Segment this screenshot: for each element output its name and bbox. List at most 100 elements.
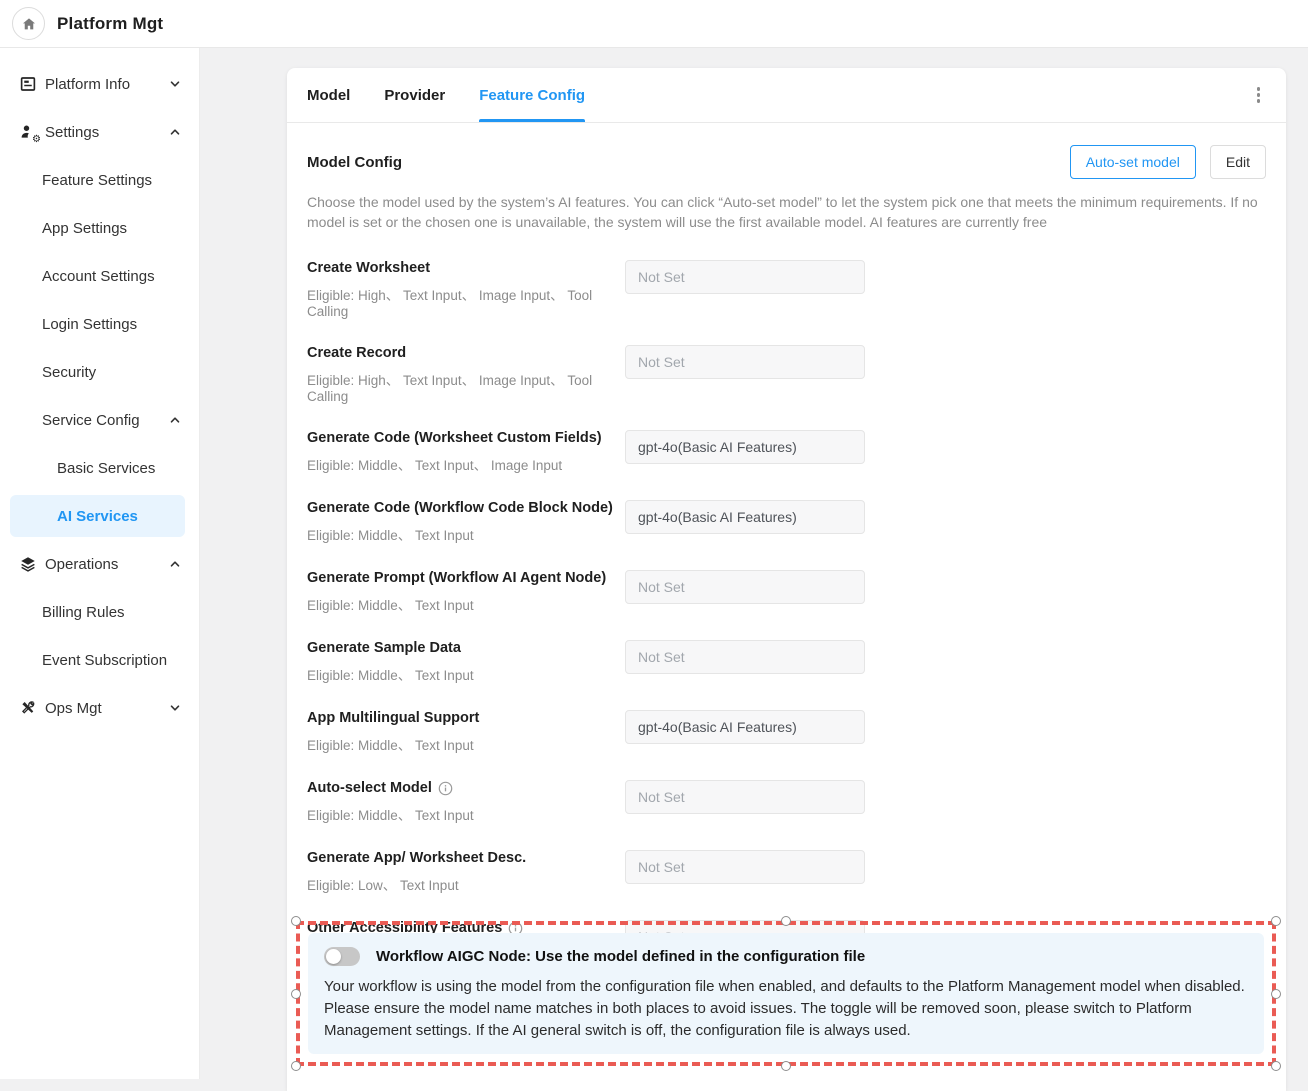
sidebar-item-ops-mgt[interactable]: Ops Mgt [0,684,199,732]
model-select[interactable]: Not Set [625,780,865,814]
aigc-toggle[interactable] [324,947,360,966]
section-description: Choose the model used by the system’s AI… [307,192,1266,232]
sidebar-item-label: Ops Mgt [45,700,102,717]
home-button[interactable] [12,7,45,40]
feature-title-text: App Multilingual Support [307,710,479,726]
model-select[interactable]: gpt-4o(Basic AI Features) [625,500,865,534]
feature-row-multilingual: App Multilingual Support Eligible: Middl… [307,710,1266,754]
selection-handle[interactable] [781,916,791,926]
sidebar-item-ai-services[interactable]: AI Services [10,495,185,537]
sidebar-item-basic-services[interactable]: Basic Services [0,444,199,492]
sidebar-item-event-subscription[interactable]: Event Subscription [0,636,199,684]
sidebar-item-label: Event Subscription [42,652,167,669]
aigc-panel-description: Your workflow is using the model from th… [324,976,1248,1042]
feature-row-generate-prompt: Generate Prompt (Workflow AI Agent Node)… [307,570,1266,614]
sidebar-item-label: Login Settings [42,316,137,333]
selection-handle[interactable] [291,1061,301,1071]
feature-title: Generate App/ Worksheet Desc. [307,850,625,866]
sidebar-item-billing-rules[interactable]: Billing Rules [0,588,199,636]
aigc-panel-title: Workflow AIGC Node: Use the model define… [376,948,865,965]
sidebar-item-label: Billing Rules [42,604,125,621]
feature-eligible: Eligible: High、 Text Input、 Image Input、… [307,284,625,319]
feature-title-text: Generate App/ Worksheet Desc. [307,850,526,866]
feature-title-text: Generate Prompt (Workflow AI Agent Node) [307,570,606,586]
feature-eligible: Eligible: Low、 Text Input [307,874,625,894]
tab-model[interactable]: Model [307,68,350,122]
feature-title-text: Auto-select Model [307,780,432,796]
feature-title: Generate Sample Data [307,640,625,656]
feature-title-text: Generate Code (Workflow Code Block Node) [307,500,613,516]
chevron-up-icon [169,414,181,426]
feature-title: Generate Prompt (Workflow AI Agent Node) [307,570,625,586]
feature-row-generate-sample-data: Generate Sample Data Eligible: Middle、 T… [307,640,1266,684]
tools-icon [18,699,37,718]
selection-handle[interactable] [291,989,301,999]
sidebar-item-label: AI Services [57,508,138,525]
feature-eligible: Eligible: High、 Text Input、 Image Input、… [307,369,625,404]
model-select[interactable]: Not Set [625,570,865,604]
info-icon[interactable] [438,781,453,796]
gear-icon: ⚙ [32,135,41,145]
selection-overlay[interactable]: Workflow AIGC Node: Use the model define… [296,921,1276,1066]
feature-title: Auto-select Model [307,780,625,796]
chevron-down-icon [169,702,181,714]
sidebar-item-settings[interactable]: ⚙ Settings [0,108,199,156]
feature-row-generate-code-fields: Generate Code (Worksheet Custom Fields) … [307,430,1266,474]
feature-row-auto-select-model: Auto-select Model Eligible: Middle、 Text… [307,780,1266,824]
sidebar-item-label: Operations [45,556,118,573]
sidebar-item-account-settings[interactable]: Account Settings [0,252,199,300]
sidebar-item-security[interactable]: Security [0,348,199,396]
home-icon [21,16,37,32]
sidebar-item-label: Feature Settings [42,172,152,189]
form-icon [18,75,37,94]
feature-list: Create Worksheet Eligible: High、 Text In… [307,260,1266,964]
auto-set-model-button[interactable]: Auto-set model [1070,145,1196,179]
tab-provider[interactable]: Provider [384,68,445,122]
feature-title: Create Record [307,345,625,361]
feature-title-text: Create Record [307,345,406,361]
sidebar-item-login-settings[interactable]: Login Settings [0,300,199,348]
workflow-aigc-panel: Workflow AIGC Node: Use the model define… [308,933,1264,1054]
model-select[interactable]: gpt-4o(Basic AI Features) [625,710,865,744]
feature-eligible: Eligible: Middle、 Text Input [307,664,625,684]
feature-title: Generate Code (Worksheet Custom Fields) [307,430,625,446]
feature-eligible: Eligible: Middle、 Text Input [307,524,625,544]
layers-icon [18,555,37,574]
sidebar-item-label: Basic Services [57,460,155,477]
feature-title: Generate Code (Workflow Code Block Node) [307,500,625,516]
tab-bar: Model Provider Feature Config [287,68,1286,123]
feature-title: Create Worksheet [307,260,625,276]
user-gear-icon: ⚙ [18,123,37,142]
feature-eligible: Eligible: Middle、 Text Input、 Image Inpu… [307,454,625,474]
feature-title-text: Generate Code (Worksheet Custom Fields) [307,430,602,446]
edit-button[interactable]: Edit [1210,145,1266,179]
selection-handle[interactable] [781,1061,791,1071]
page-title: Platform Mgt [57,14,163,34]
selection-handle[interactable] [1271,1061,1281,1071]
model-select[interactable]: Not Set [625,260,865,294]
more-menu-icon[interactable] [1251,81,1267,109]
model-select[interactable]: gpt-4o(Basic AI Features) [625,430,865,464]
sidebar-item-operations[interactable]: Operations [0,540,199,588]
section-title: Model Config [307,154,402,171]
chevron-up-icon [169,558,181,570]
tab-feature-config[interactable]: Feature Config [479,68,585,122]
model-config-header: Model Config Auto-set model Edit [307,145,1266,179]
model-select[interactable]: Not Set [625,345,865,379]
feature-title: App Multilingual Support [307,710,625,726]
model-select[interactable]: Not Set [625,640,865,674]
sidebar-item-service-config[interactable]: Service Config [0,396,199,444]
sidebar-item-app-settings[interactable]: App Settings [0,204,199,252]
sidebar-item-feature-settings[interactable]: Feature Settings [0,156,199,204]
sidebar-item-platform-info[interactable]: Platform Info [0,60,199,108]
app-header: Platform Mgt [0,0,1308,48]
selection-handle[interactable] [291,916,301,926]
sidebar-item-label: Account Settings [42,268,155,285]
feature-row-create-record: Create Record Eligible: High、 Text Input… [307,345,1266,404]
feature-row-generate-code-block: Generate Code (Workflow Code Block Node)… [307,500,1266,544]
sidebar: Platform Info ⚙ Settings Feature Setting… [0,48,200,1079]
chevron-up-icon [169,126,181,138]
model-select[interactable]: Not Set [625,850,865,884]
selection-handle[interactable] [1271,916,1281,926]
selection-handle[interactable] [1271,989,1281,999]
